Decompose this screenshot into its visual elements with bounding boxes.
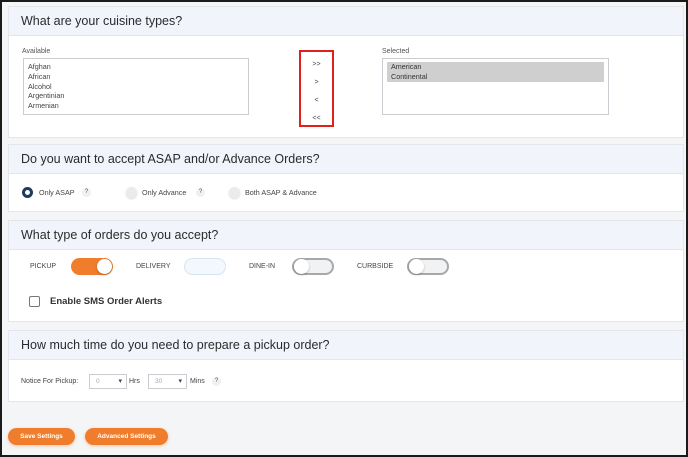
only-advance-label: Only Advance [142, 188, 187, 197]
settings-page: What are your cuisine types? Available A… [0, 0, 688, 457]
order-types-section: What type of orders do you accept? PICKU… [8, 220, 684, 322]
toggle-knob [294, 259, 309, 274]
chevron-down-icon: ▾ [178, 378, 182, 385]
selected-option[interactable]: American [387, 62, 604, 72]
pickup-toggle[interactable] [71, 258, 113, 275]
curbside-label: CURBSIDE [357, 263, 394, 270]
curbside-toggle[interactable] [407, 258, 449, 275]
order-mode-section: Do you want to accept ASAP and/or Advanc… [8, 144, 684, 212]
hours-unit-label: Hrs [129, 378, 140, 385]
help-icon[interactable]: ? [212, 377, 221, 386]
move-right-button[interactable]: > [301, 79, 332, 86]
both-asap-advance-radio[interactable] [229, 187, 240, 198]
only-asap-radio[interactable] [22, 187, 33, 198]
advanced-settings-button[interactable]: Advanced Settings [85, 428, 168, 445]
delivery-label: DELIVERY [136, 263, 171, 270]
selected-label: Selected [382, 48, 410, 55]
pickup-label: PICKUP [30, 263, 57, 270]
available-option[interactable]: Afghan [24, 62, 248, 72]
only-asap-label: Only ASAP [39, 188, 75, 197]
sms-alerts-label: Enable SMS Order Alerts [50, 296, 163, 307]
save-settings-button[interactable]: Save Settings [8, 428, 75, 445]
move-all-right-button[interactable]: >> [301, 61, 332, 68]
order-types-section-title: What type of orders do you accept? [9, 221, 683, 250]
dine-in-label: DINE-IN [249, 263, 276, 270]
available-option[interactable]: Argentinian [24, 91, 248, 101]
prep-time-section-title: How much time do you need to prepare a p… [9, 331, 683, 360]
cuisine-section-title: What are your cuisine types? [9, 7, 683, 36]
move-left-button[interactable]: < [301, 97, 332, 104]
available-option[interactable]: African [24, 72, 248, 82]
move-all-left-button[interactable]: << [301, 115, 332, 122]
selected-option[interactable]: Continental [387, 71, 604, 82]
selected-listbox[interactable]: American Continental [382, 58, 609, 115]
delivery-toggle[interactable] [184, 258, 226, 275]
help-icon[interactable]: ? [82, 188, 91, 197]
available-label: Available [22, 48, 51, 55]
minutes-value: 30 [155, 378, 163, 385]
sms-alerts-checkbox[interactable] [29, 296, 40, 307]
order-mode-section-title: Do you want to accept ASAP and/or Advanc… [9, 145, 683, 174]
hours-value: 0 [96, 378, 100, 385]
available-option[interactable]: Armenian [24, 101, 248, 111]
notice-for-pickup-label: Notice For Pickup: [21, 378, 79, 385]
help-icon[interactable]: ? [196, 188, 205, 197]
chevron-down-icon: ▾ [118, 378, 122, 385]
minutes-select[interactable]: 30 ▾ [148, 374, 187, 389]
available-option[interactable]: Alcohol [24, 82, 248, 92]
prep-time-section: How much time do you need to prepare a p… [8, 330, 684, 402]
only-advance-radio[interactable] [126, 187, 137, 198]
hours-select[interactable]: 0 ▾ [89, 374, 127, 389]
available-listbox[interactable]: Afghan African Alcohol Argentinian Armen… [23, 58, 249, 115]
move-buttons-highlight: >> > < << [299, 50, 334, 127]
toggle-knob [409, 259, 424, 274]
cuisine-section: What are your cuisine types? Available A… [8, 6, 684, 138]
minutes-unit-label: Mins [190, 378, 205, 385]
both-asap-advance-label: Both ASAP & Advance [245, 188, 317, 197]
dine-in-toggle[interactable] [292, 258, 334, 275]
order-mode-options: Only ASAP ? Only Advance ? Both ASAP & A… [9, 183, 683, 203]
toggle-knob [97, 259, 112, 274]
